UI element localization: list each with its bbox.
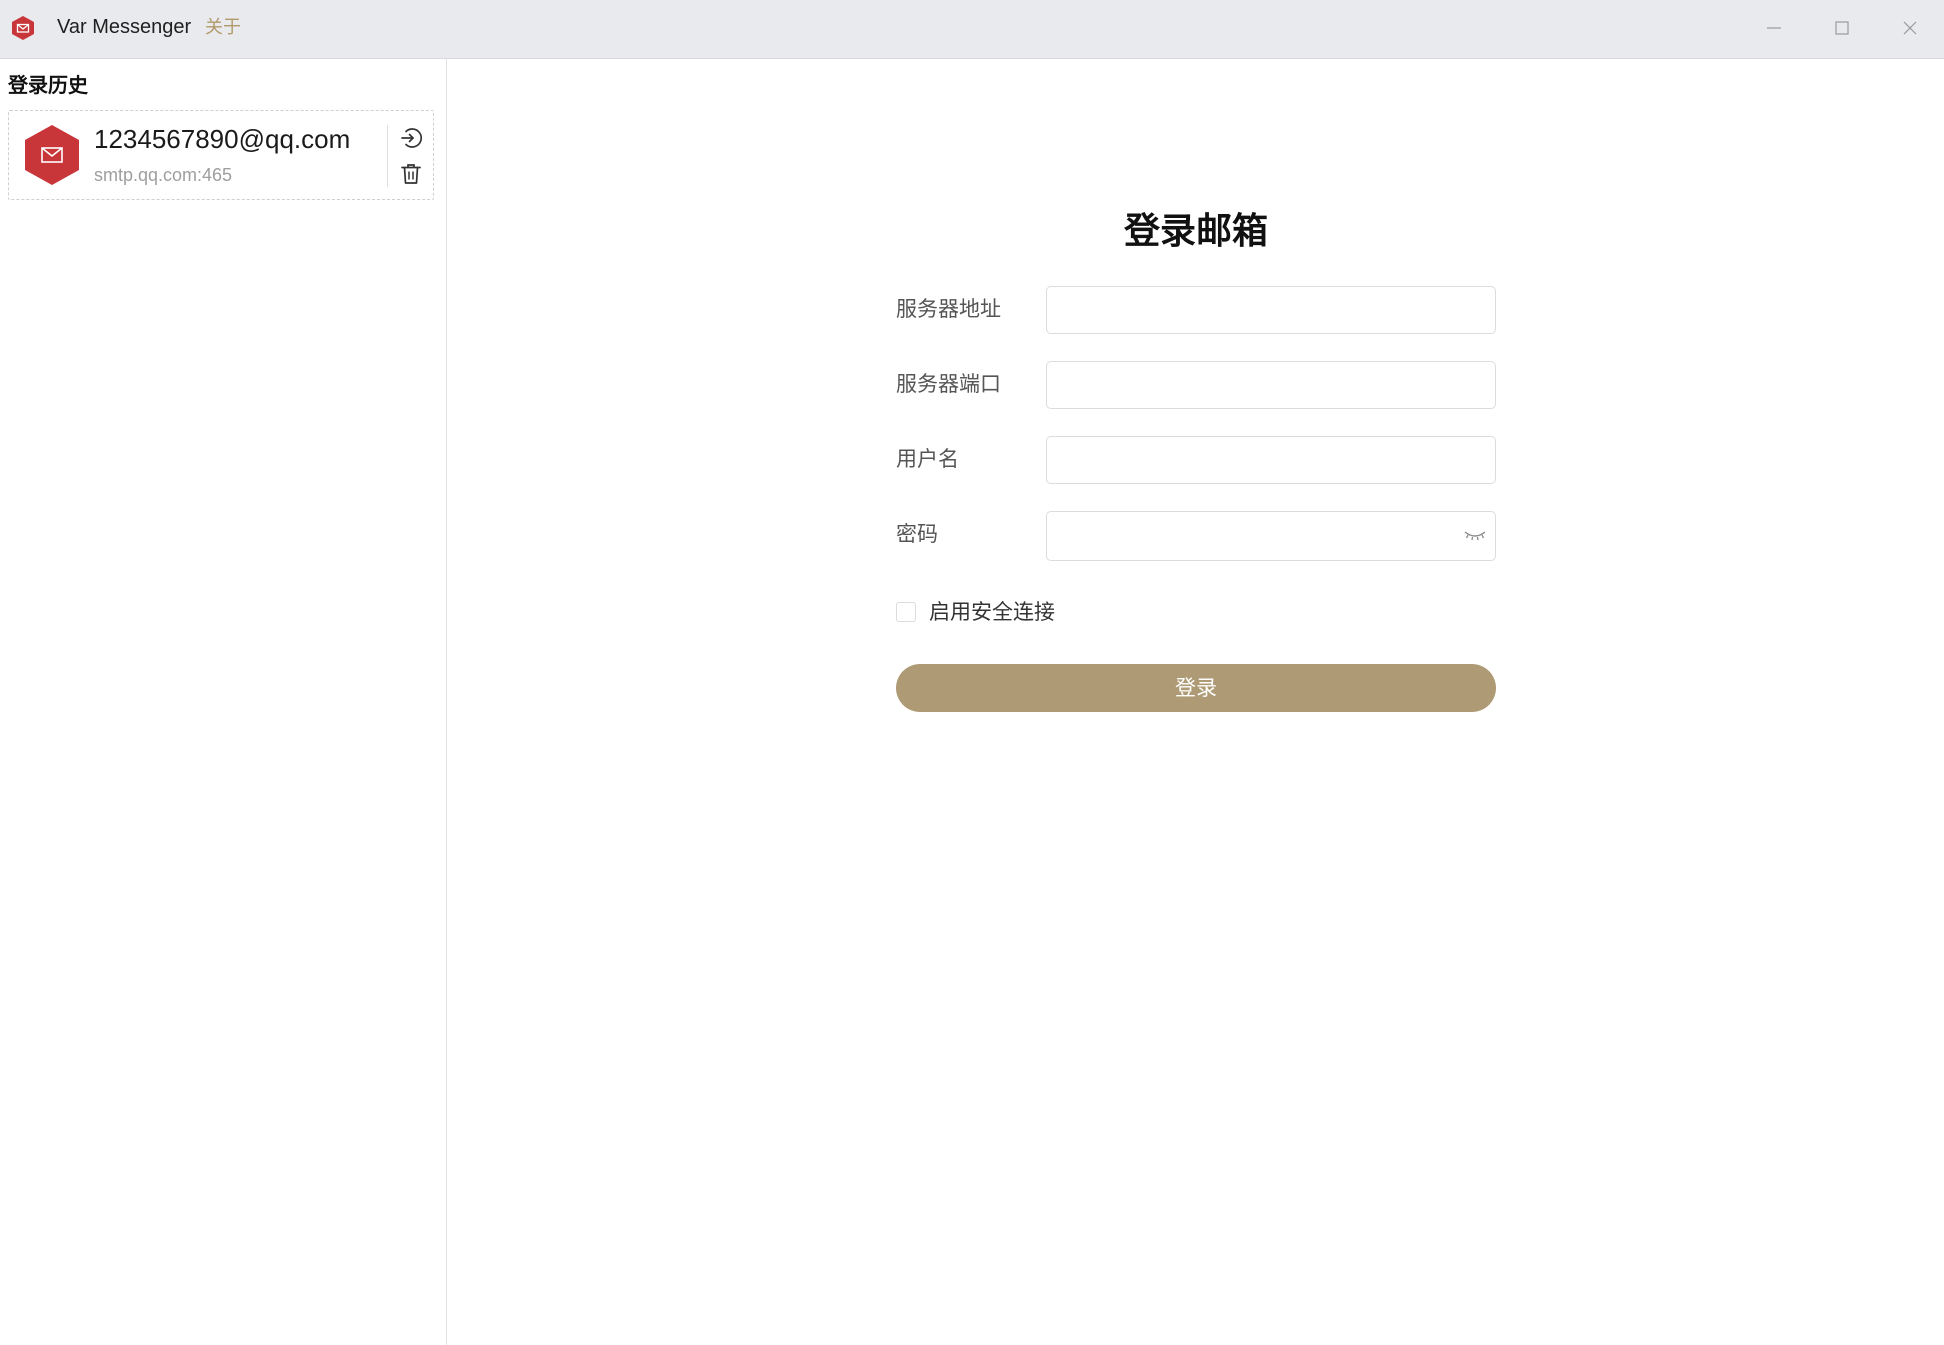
app-title: Var Messenger bbox=[57, 16, 192, 38]
username-row: 用户名 bbox=[896, 436, 1496, 484]
history-divider bbox=[387, 125, 388, 187]
login-history-sidebar: 登录历史 1234567890@qq.com smtp.qq.com:465 bbox=[0, 59, 447, 1345]
title-bar: Var Messenger 关于 bbox=[0, 0, 1944, 59]
password-input[interactable] bbox=[1046, 511, 1496, 561]
server-address-label: 服务器地址 bbox=[896, 298, 1001, 321]
secure-connection-checkbox[interactable] bbox=[896, 602, 916, 622]
maximize-icon bbox=[1835, 21, 1849, 35]
username-label: 用户名 bbox=[896, 448, 959, 471]
history-delete-button[interactable] bbox=[396, 159, 426, 189]
server-address-row: 服务器地址 bbox=[896, 286, 1496, 334]
history-item[interactable]: 1234567890@qq.com smtp.qq.com:465 bbox=[8, 110, 434, 200]
history-login-button[interactable] bbox=[396, 123, 426, 153]
login-icon bbox=[401, 128, 422, 148]
maximize-button[interactable] bbox=[1818, 12, 1866, 44]
login-button[interactable]: 登录 bbox=[896, 664, 1496, 712]
about-link[interactable]: 关于 bbox=[205, 15, 241, 39]
close-icon bbox=[1903, 21, 1917, 35]
form-title: 登录邮箱 bbox=[1123, 210, 1268, 251]
app-logo-icon bbox=[12, 16, 34, 40]
password-row: 密码 bbox=[896, 511, 1496, 561]
server-port-row: 服务器端口 bbox=[896, 361, 1496, 409]
trash-icon bbox=[401, 164, 421, 184]
close-button[interactable] bbox=[1886, 12, 1934, 44]
history-server: smtp.qq.com:465 bbox=[94, 165, 233, 185]
secure-connection-label: 启用安全连接 bbox=[929, 601, 1055, 624]
server-port-label: 服务器端口 bbox=[896, 373, 1001, 396]
minimize-icon bbox=[1767, 27, 1781, 29]
password-label: 密码 bbox=[896, 523, 938, 546]
sidebar-heading: 登录历史 bbox=[8, 75, 88, 97]
mail-icon bbox=[25, 125, 79, 185]
server-port-input[interactable] bbox=[1046, 361, 1496, 409]
server-address-input[interactable] bbox=[1046, 286, 1496, 334]
eye-closed-icon[interactable] bbox=[1463, 525, 1487, 545]
minimize-button[interactable] bbox=[1750, 12, 1798, 44]
username-input[interactable] bbox=[1046, 436, 1496, 484]
secure-connection-row: 启用安全连接 bbox=[896, 598, 1196, 628]
history-email: 1234567890@qq.com bbox=[94, 124, 351, 154]
login-form-panel: 登录邮箱 服务器地址 服务器端口 用户名 密码 启用安全连接 登录 bbox=[448, 59, 1944, 1345]
